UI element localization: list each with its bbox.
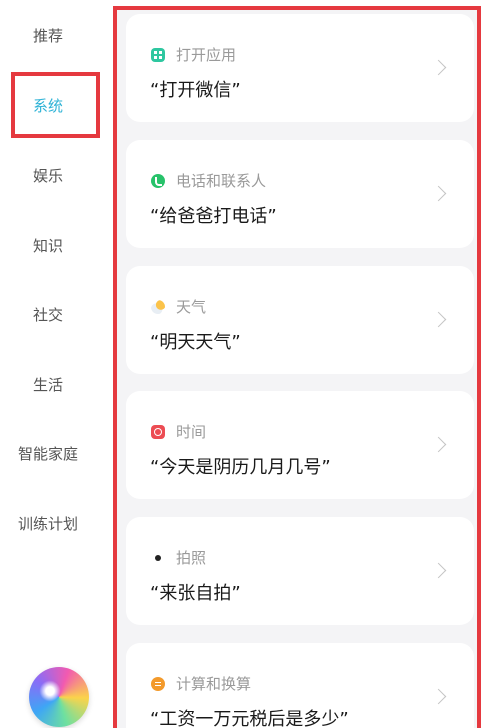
app-grid-icon xyxy=(151,47,165,62)
card-category: 打开应用 xyxy=(151,44,236,65)
sidebar-item-recommend[interactable]: 推荐 xyxy=(0,26,96,46)
chevron-right-icon xyxy=(430,59,447,76)
chevron-right-icon xyxy=(430,436,447,453)
calculator-icon xyxy=(151,676,165,691)
card-category: 时间 xyxy=(151,421,206,442)
card-category-label: 电话和联系人 xyxy=(176,172,267,190)
clock-icon xyxy=(151,424,165,439)
sidebar-item-entertainment[interactable]: 娱乐 xyxy=(0,166,96,186)
card-example-phrase: “给爸爸打电话” xyxy=(150,206,277,227)
card-category: 天气 xyxy=(151,296,206,317)
card-category-label: 拍照 xyxy=(176,549,207,567)
sidebar-item-smart-home[interactable]: 智能家庭 xyxy=(0,444,96,464)
card-category-label: 打开应用 xyxy=(176,46,237,64)
card-example-phrase: “明天天气” xyxy=(150,332,241,353)
card-time[interactable]: 时间 “今天是阴历几月几号” xyxy=(126,391,474,499)
card-open-app[interactable]: 打开应用 “打开微信” xyxy=(126,14,474,122)
card-weather[interactable]: 天气 “明天天气” xyxy=(126,266,474,374)
card-camera[interactable]: 拍照 “来张自拍” xyxy=(126,517,474,625)
chevron-right-icon xyxy=(430,562,447,579)
card-example-phrase: “打开微信” xyxy=(150,80,241,101)
voice-assistant-orb-icon[interactable] xyxy=(29,667,89,727)
weather-icon xyxy=(151,299,165,314)
card-category-label: 计算和换算 xyxy=(176,675,252,693)
card-category-label: 时间 xyxy=(176,423,207,441)
phone-icon xyxy=(151,173,165,188)
camera-dot-icon xyxy=(155,554,161,561)
chevron-right-icon xyxy=(430,185,447,202)
screen: 推荐 系统 娱乐 知识 社交 生活 智能家庭 训练计划 打开应用 “打开微信” … xyxy=(0,0,484,728)
card-calculation[interactable]: 计算和换算 “工资一万元税后是多少” xyxy=(126,643,474,728)
card-example-phrase: “工资一万元税后是多少” xyxy=(150,709,349,728)
card-category-label: 天气 xyxy=(176,298,207,316)
sidebar: 推荐 系统 娱乐 知识 社交 生活 智能家庭 训练计划 xyxy=(0,0,112,728)
card-phone-contacts[interactable]: 电话和联系人 “给爸爸打电话” xyxy=(126,140,474,248)
chevron-right-icon xyxy=(430,688,447,705)
card-example-phrase: “来张自拍” xyxy=(150,583,241,604)
chevron-right-icon xyxy=(430,311,447,328)
card-example-phrase: “今天是阴历几月几号” xyxy=(150,457,331,478)
sidebar-item-life[interactable]: 生活 xyxy=(0,375,96,395)
command-card-list: 打开应用 “打开微信” 电话和联系人 “给爸爸打电话” 天气 “明天天气” 时间… xyxy=(113,6,481,728)
sidebar-item-system[interactable]: 系统 xyxy=(0,96,96,116)
sidebar-item-social[interactable]: 社交 xyxy=(0,305,96,325)
card-category: 拍照 xyxy=(151,547,206,568)
card-category: 计算和换算 xyxy=(151,673,251,694)
card-category: 电话和联系人 xyxy=(151,170,266,191)
sidebar-item-training-plan[interactable]: 训练计划 xyxy=(0,514,96,534)
sidebar-item-knowledge[interactable]: 知识 xyxy=(0,236,96,256)
